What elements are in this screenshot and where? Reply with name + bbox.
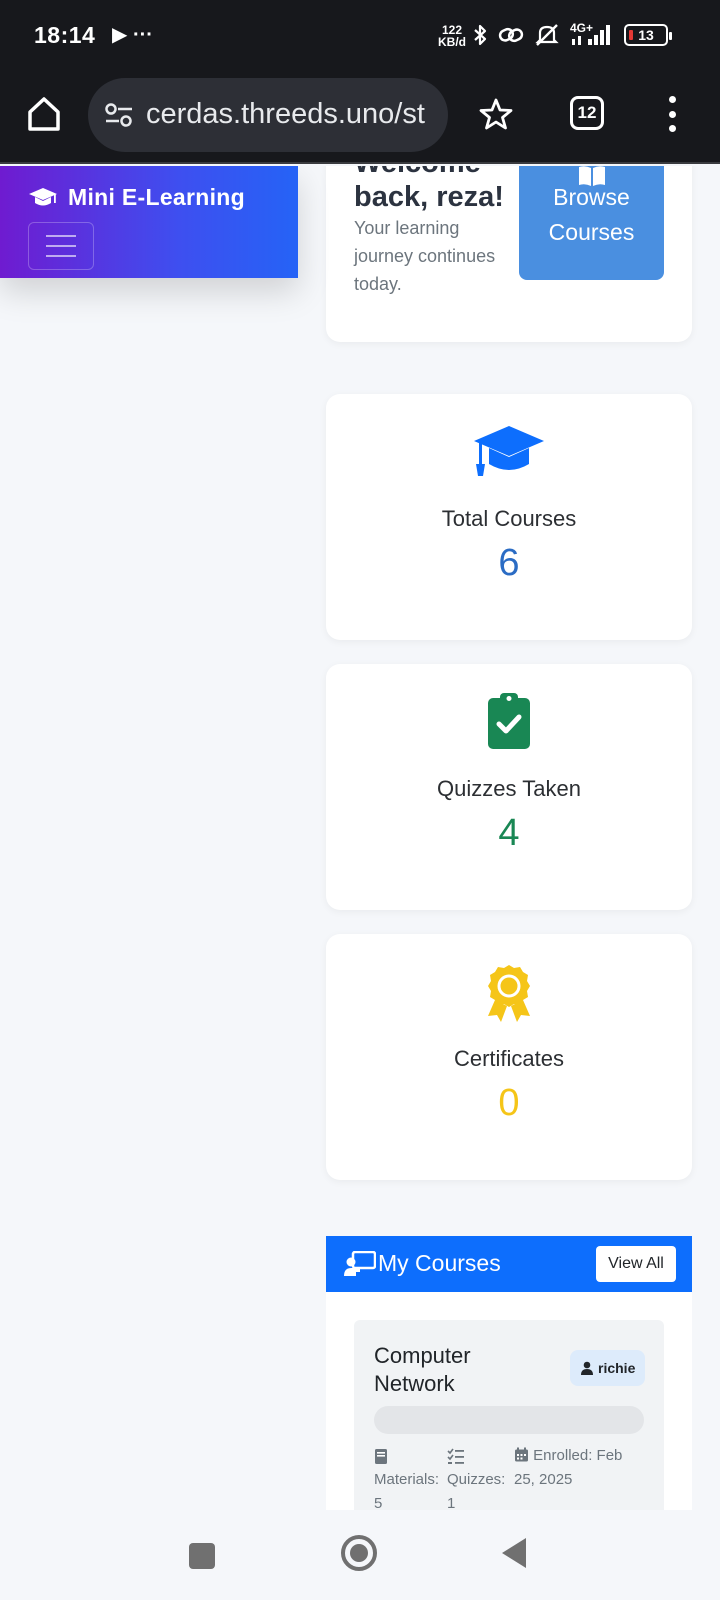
- my-courses-header: My Courses View All: [326, 1236, 692, 1292]
- net-speed: 122 KB/d: [438, 24, 466, 48]
- brand-link[interactable]: Mini E-Learning: [28, 184, 245, 211]
- page-content: Welcome back, reza! Your learning journe…: [0, 166, 720, 1510]
- course-enrolled-date: Enrolled: Feb 25, 2025: [514, 1447, 623, 1488]
- welcome-subtitle: Your learning journey continues today.: [354, 218, 496, 294]
- tasks-icon: [447, 1448, 464, 1464]
- instructor-name: richie: [598, 1360, 636, 1376]
- brand-name: Mini E-Learning: [68, 184, 245, 210]
- welcome-title: Welcome back, reza!: [354, 166, 504, 213]
- link-icon: [498, 27, 524, 43]
- welcome-card: Welcome back, reza! Your learning journe…: [326, 166, 692, 342]
- home-button[interactable]: [24, 94, 64, 134]
- star-icon: [479, 98, 513, 130]
- status-right-icons: 4G+ 13: [472, 20, 672, 50]
- home-icon: [28, 97, 60, 131]
- browser-toolbar: cerdas.threeds.uno/st 12: [0, 72, 720, 164]
- stat-label: Certificates: [453, 1046, 565, 1071]
- bookmark-button[interactable]: [478, 96, 514, 132]
- site-settings-icon[interactable]: [104, 102, 134, 128]
- status-notification-icons: ▶ ···: [112, 24, 153, 46]
- stat-label: Quizzes Taken: [437, 776, 581, 801]
- instructor-badge: richie: [570, 1350, 646, 1386]
- stat-value: 6: [498, 542, 520, 584]
- stat-card-certificates: Certificates 0: [326, 934, 692, 1180]
- system-navigation-bar: [0, 1510, 720, 1600]
- circle-icon: [341, 1535, 377, 1571]
- book-icon: [375, 1449, 387, 1464]
- back-button[interactable]: [500, 1536, 528, 1575]
- tab-switcher-button[interactable]: 12: [570, 96, 604, 130]
- signal-icon: 4G+: [570, 21, 614, 47]
- url-text: cerdas.threeds.uno/st: [146, 98, 425, 130]
- my-courses-card: My Courses View All Computer Network ric…: [326, 1236, 692, 1510]
- course-quizzes: Quizzes: 1: [447, 1444, 505, 1510]
- recents-button[interactable]: [188, 1542, 216, 1575]
- triangle-back-icon: [502, 1538, 526, 1568]
- home-system-button[interactable]: [340, 1534, 378, 1577]
- stat-card-total-courses: Total Courses 6: [326, 394, 692, 640]
- graduation-cap-icon: [29, 187, 57, 205]
- user-tie-icon: [581, 1361, 593, 1375]
- square-icon: [189, 1543, 215, 1569]
- top-navbar: Mini E-Learning: [0, 166, 298, 278]
- net-speed-unit: KB/d: [438, 35, 466, 49]
- chalkboard-teacher-icon: [344, 1250, 376, 1276]
- book-open-icon: [579, 166, 605, 186]
- navbar-toggle-button[interactable]: [28, 222, 94, 270]
- my-courses-title: My Courses: [378, 1250, 501, 1276]
- course-progress: [374, 1406, 644, 1434]
- view-all-button[interactable]: View All: [596, 1246, 676, 1282]
- battery-indicator: 13: [624, 24, 672, 46]
- stat-label: Total Courses: [441, 506, 577, 531]
- address-bar[interactable]: cerdas.threeds.uno/st: [88, 78, 448, 152]
- mute-icon: [535, 24, 559, 46]
- course-name: Computer Network: [374, 1343, 471, 1396]
- battery-level: 13: [638, 27, 654, 43]
- clipboard-check-icon: [488, 693, 530, 749]
- calendar-icon: [515, 1447, 528, 1462]
- stat-card-quizzes-taken: Quizzes Taken 4: [326, 664, 692, 910]
- stat-value: 4: [498, 812, 520, 854]
- award-icon: [488, 965, 530, 1022]
- stat-value: 0: [498, 1082, 520, 1124]
- course-item[interactable]: Computer Network richie Materials: 5 Qui…: [354, 1320, 664, 1510]
- status-time: 18:14: [34, 22, 96, 48]
- status-bar: 18:14 ▶ ··· 122 KB/d 4G+ 13: [0, 0, 720, 72]
- browser-menu-button[interactable]: [666, 96, 678, 132]
- bluetooth-icon: [474, 24, 487, 46]
- browse-courses-button[interactable]: Browse Courses: [519, 166, 664, 280]
- course-materials: Materials: 5: [374, 1444, 439, 1510]
- graduation-cap-icon: [474, 426, 544, 476]
